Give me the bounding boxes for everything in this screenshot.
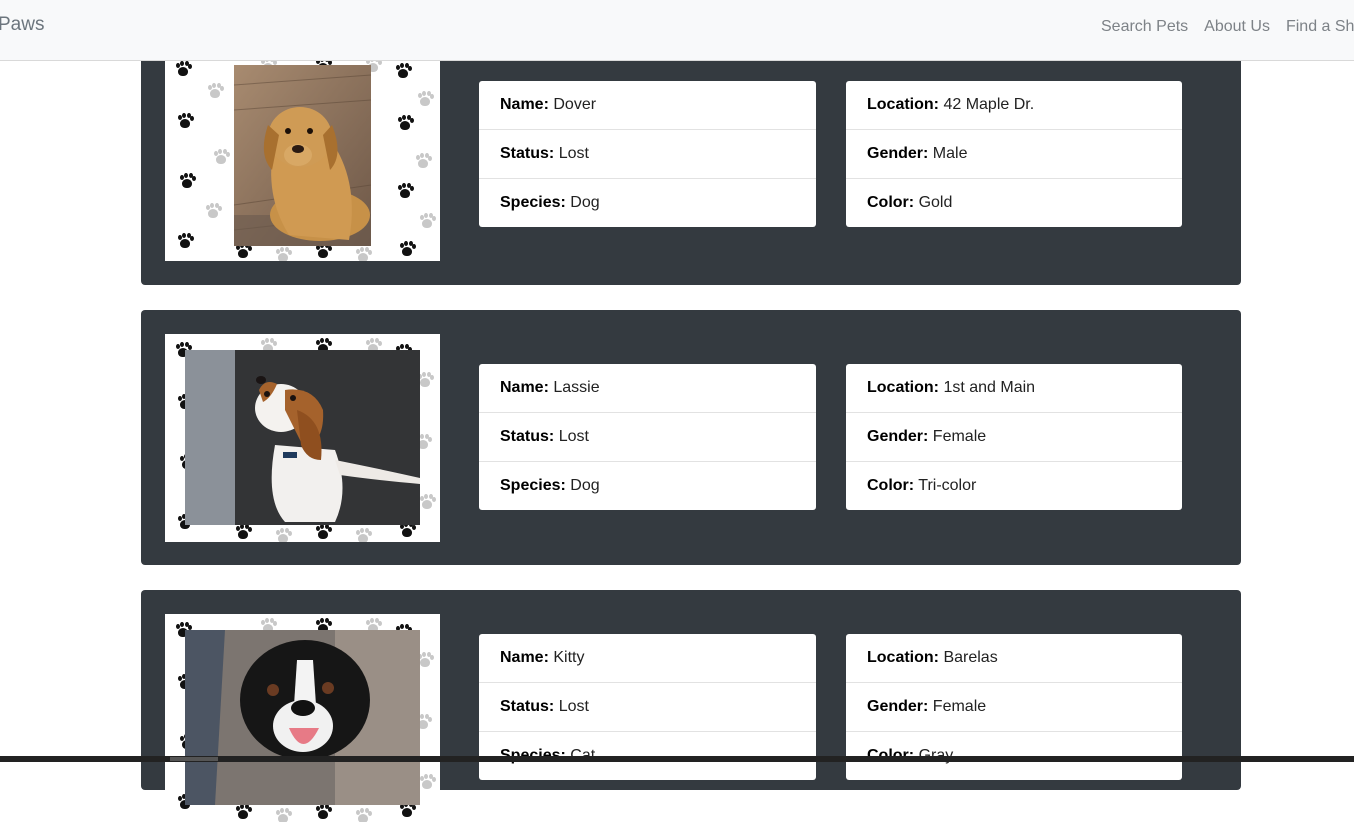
species-row: Species: Dog bbox=[479, 462, 816, 510]
species-value: Dog bbox=[570, 477, 600, 494]
gender-row: Gender: Female bbox=[846, 683, 1182, 732]
location-label: Location: bbox=[867, 96, 939, 113]
name-row: Name: Dover bbox=[479, 81, 816, 130]
pet-info-list-left: Name: Dover Status: Lost Species: Dog bbox=[479, 81, 816, 227]
color-label: Color: bbox=[867, 194, 915, 211]
paw-print-icon bbox=[397, 183, 414, 199]
navbar-brand[interactable]: Paws bbox=[0, 14, 44, 36]
horizontal-scrollbar[interactable] bbox=[0, 756, 1354, 762]
paw-print-icon bbox=[315, 524, 332, 540]
species-row: Species: Dog bbox=[479, 179, 816, 227]
species-label: Species: bbox=[500, 194, 566, 211]
paw-print-icon bbox=[275, 528, 292, 542]
color-row: Color: Tri-color bbox=[846, 462, 1182, 510]
status-value: Lost bbox=[558, 428, 589, 445]
name-label: Name: bbox=[500, 379, 549, 396]
paw-print-icon bbox=[419, 774, 436, 790]
gender-value: Female bbox=[932, 698, 987, 715]
gender-label: Gender: bbox=[867, 145, 929, 162]
status-label: Status: bbox=[500, 698, 555, 715]
paw-print-icon bbox=[235, 524, 252, 540]
gender-label: Gender: bbox=[867, 698, 929, 715]
gender-value: Male bbox=[932, 145, 968, 162]
status-value: Lost bbox=[558, 698, 589, 715]
paw-print-icon bbox=[207, 83, 224, 99]
paw-print-icon bbox=[415, 153, 432, 169]
pet-info-list-left: Name: Lassie Status: Lost Species: Dog bbox=[479, 364, 816, 510]
pet-card-lassie: Name: Lassie Status: Lost Species: Dog L… bbox=[141, 310, 1241, 565]
paw-print-icon bbox=[395, 63, 412, 79]
location-row: Location: 42 Maple Dr. bbox=[846, 81, 1182, 130]
paw-print-icon bbox=[397, 115, 414, 131]
paw-print-icon bbox=[315, 804, 332, 820]
name-value: Kitty bbox=[553, 649, 585, 666]
species-value: Dog bbox=[570, 194, 600, 211]
gender-row: Gender: Male bbox=[846, 130, 1182, 179]
color-value: Tri-color bbox=[918, 477, 977, 494]
scrollbar-thumb[interactable] bbox=[170, 757, 218, 761]
pet-info-list-right: Location: 42 Maple Dr. Gender: Male Colo… bbox=[846, 81, 1182, 227]
paw-print-icon bbox=[355, 528, 372, 542]
status-label: Status: bbox=[500, 428, 555, 445]
labrador-image bbox=[234, 65, 371, 246]
location-value: Barelas bbox=[943, 649, 998, 666]
name-value: Lassie bbox=[553, 379, 600, 396]
paw-print-icon bbox=[399, 241, 416, 257]
name-label: Name: bbox=[500, 96, 549, 113]
paw-print-icon bbox=[235, 804, 252, 820]
gender-row: Gender: Female bbox=[846, 413, 1182, 462]
name-value: Dover bbox=[553, 96, 597, 113]
species-label: Species: bbox=[500, 477, 566, 494]
nav-link-find-a-shelter[interactable]: Find a Shel bbox=[1286, 18, 1354, 36]
paw-print-icon bbox=[419, 494, 436, 510]
name-row: Name: Lassie bbox=[479, 364, 816, 413]
paw-print-icon bbox=[355, 808, 372, 822]
location-value: 42 Maple Dr. bbox=[943, 96, 1035, 113]
nav-link-about-us[interactable]: About Us bbox=[1204, 18, 1270, 36]
photo-frame bbox=[165, 614, 440, 822]
paw-print-icon bbox=[205, 203, 222, 219]
navbar: Paws Search Pets About Us Find a Shel bbox=[0, 0, 1354, 61]
paw-print-icon bbox=[213, 149, 230, 165]
nav-link-search-pets[interactable]: Search Pets bbox=[1101, 18, 1188, 36]
location-label: Location: bbox=[867, 379, 939, 396]
paw-print-icon bbox=[275, 247, 292, 261]
paw-print-icon bbox=[275, 808, 292, 822]
color-label: Color: bbox=[867, 477, 915, 494]
nav-links: Search Pets About Us Find a Shel bbox=[1101, 18, 1354, 36]
paw-print-icon bbox=[179, 173, 196, 189]
location-value: 1st and Main bbox=[943, 379, 1036, 396]
paw-print-icon bbox=[355, 247, 372, 261]
status-row: Status: Lost bbox=[479, 130, 816, 179]
name-label: Name: bbox=[500, 649, 549, 666]
color-row: Color: Gold bbox=[846, 179, 1182, 227]
photo-frame bbox=[165, 334, 440, 542]
border-collie-image bbox=[185, 630, 420, 805]
status-row: Status: Lost bbox=[479, 413, 816, 462]
color-value: Gold bbox=[918, 194, 953, 211]
photo-frame bbox=[165, 53, 440, 261]
location-row: Location: Barelas bbox=[846, 634, 1182, 683]
gender-value: Female bbox=[932, 428, 987, 445]
status-label: Status: bbox=[500, 145, 555, 162]
paw-print-icon bbox=[177, 233, 194, 249]
location-row: Location: 1st and Main bbox=[846, 364, 1182, 413]
status-value: Lost bbox=[558, 145, 589, 162]
paw-print-icon bbox=[177, 113, 194, 129]
paw-print-icon bbox=[175, 61, 192, 77]
pet-photo-kitty bbox=[185, 630, 420, 805]
location-label: Location: bbox=[867, 649, 939, 666]
pet-photo-lassie bbox=[185, 350, 420, 525]
beagle-image bbox=[185, 350, 420, 525]
paw-print-icon bbox=[417, 91, 434, 107]
pet-card-dover: Name: Dover Status: Lost Species: Dog Lo… bbox=[141, 40, 1241, 285]
gender-label: Gender: bbox=[867, 428, 929, 445]
paw-print-icon bbox=[419, 213, 436, 229]
status-row: Status: Lost bbox=[479, 683, 816, 732]
pet-info-list-right: Location: 1st and Main Gender: Female Co… bbox=[846, 364, 1182, 510]
name-row: Name: Kitty bbox=[479, 634, 816, 683]
pet-photo-dover bbox=[234, 65, 371, 246]
